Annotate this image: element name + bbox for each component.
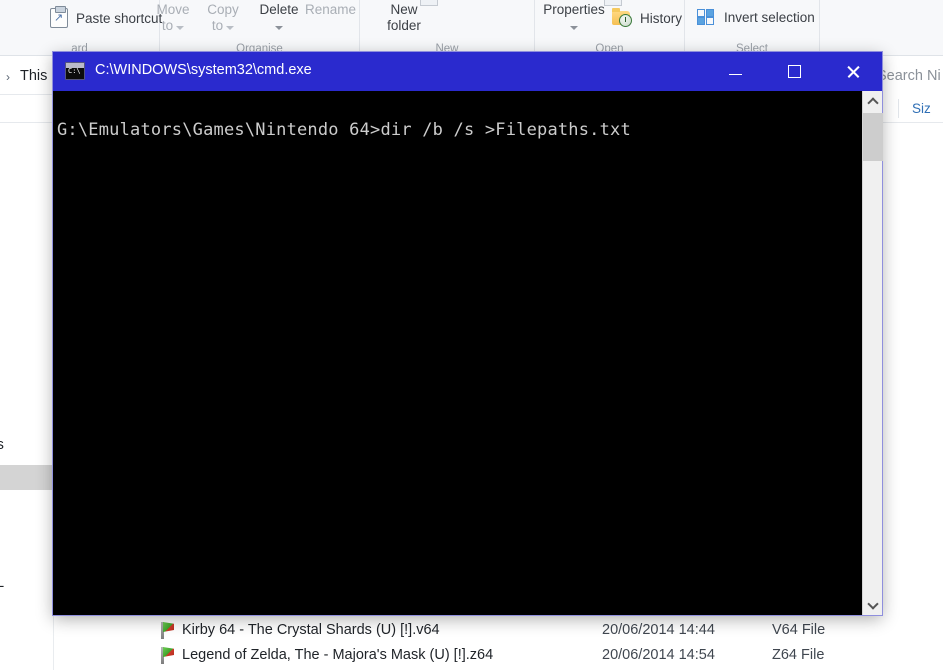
rom-file-icon xyxy=(158,647,174,664)
file-date-modified: 20/06/2014 14:44 xyxy=(602,622,715,638)
history-label: History xyxy=(640,10,683,26)
column-divider[interactable] xyxy=(898,99,899,118)
paste-shortcut-button[interactable]: Paste shortcut xyxy=(50,6,162,28)
move-to-label: Move xyxy=(156,2,190,17)
move-to-label2: to xyxy=(161,18,174,33)
cmd-window-title: C:\WINDOWS\system32\cmd.exe xyxy=(95,62,312,78)
invert-selection-icon xyxy=(697,9,717,26)
screen: ard Organise New Open Select te Paste sh… xyxy=(0,0,943,670)
column-header-size[interactable]: Siz xyxy=(912,101,931,116)
cmd-console-body[interactable]: G:\Emulators\Games\Nintendo 64>dir /b /s… xyxy=(53,91,882,615)
nav-item-selected[interactable] xyxy=(0,465,54,490)
file-date-modified: 20/06/2014 14:54 xyxy=(602,647,715,663)
table-row[interactable]: Kirby 64 - The Crystal Shards (U) [!].v6… xyxy=(54,618,943,643)
scroll-up-button[interactable] xyxy=(863,91,883,111)
move-to-chevron-down-icon xyxy=(176,26,185,30)
move-to-button[interactable]: Move to xyxy=(150,2,196,34)
history-button[interactable]: History xyxy=(612,8,683,27)
maximize-button[interactable] xyxy=(765,52,824,91)
explorer-ribbon: ard Organise New Open Select te Paste sh… xyxy=(0,0,943,56)
close-icon xyxy=(846,64,861,79)
delete-label: Delete xyxy=(259,2,299,17)
close-button[interactable] xyxy=(824,52,883,91)
nav-item-ssl[interactable]: @SSL xyxy=(0,571,54,596)
paste-shortcut-icon xyxy=(50,6,68,28)
chevron-up-icon xyxy=(867,96,879,109)
properties-chevron-down-icon xyxy=(570,26,578,30)
history-icon xyxy=(612,8,634,27)
copy-to-label2: to xyxy=(211,18,224,33)
scrollbar-thumb[interactable] xyxy=(863,113,883,161)
new-folder-label2: folder xyxy=(387,18,421,33)
minimize-icon xyxy=(729,73,742,76)
delete-chevron-down-icon xyxy=(275,26,283,30)
search-placeholder: Search Ni xyxy=(877,68,941,84)
rom-file-icon xyxy=(158,622,174,639)
maximize-icon xyxy=(788,65,801,78)
cmd-title-bar[interactable]: C:\WINDOWS\system32\cmd.exe xyxy=(53,52,882,91)
breadcrumb-chevron-right-icon[interactable]: › xyxy=(6,70,10,84)
nav-item-label: esigns xyxy=(0,437,4,453)
cmd-app-icon xyxy=(65,62,85,80)
copy-to-label: Copy xyxy=(207,2,239,17)
navigation-pane: esigns @SSL xyxy=(0,123,54,670)
delete-button[interactable]: Delete xyxy=(251,2,307,34)
search-input[interactable]: Search Ni xyxy=(877,56,943,95)
file-name: Legend of Zelda, The - Majora's Mask (U)… xyxy=(182,647,494,663)
cmd-console-text: G:\Emulators\Games\Nintendo 64>dir /b /s… xyxy=(57,120,631,140)
properties-label: Properties xyxy=(543,2,605,17)
cmd-window: C:\WINDOWS\system32\cmd.exe G:\Emulators… xyxy=(53,52,883,615)
invert-selection-button[interactable]: Invert selection xyxy=(697,9,815,26)
breadcrumb[interactable]: This xyxy=(20,68,47,84)
properties-button[interactable]: Properties xyxy=(535,2,613,34)
cmd-scrollbar[interactable] xyxy=(862,91,883,615)
minimize-button[interactable] xyxy=(706,52,765,91)
copy-to-button[interactable]: Copy to xyxy=(200,2,246,34)
file-type: Z64 File xyxy=(772,647,825,663)
nav-item-designs[interactable]: esigns xyxy=(0,433,54,458)
file-type: V64 File xyxy=(772,622,826,638)
table-row[interactable]: Legend of Zelda, The - Majora's Mask (U)… xyxy=(54,643,943,668)
invert-selection-label: Invert selection xyxy=(724,10,815,25)
nav-item-label: @SSL xyxy=(0,575,5,591)
copy-to-chevron-down-icon xyxy=(226,26,235,30)
file-name: Kirby 64 - The Crystal Shards (U) [!].v6… xyxy=(182,622,440,638)
chevron-down-icon xyxy=(867,597,879,610)
new-folder-button[interactable]: New folder xyxy=(374,2,434,34)
new-folder-label1: New xyxy=(390,2,418,17)
scroll-down-button[interactable] xyxy=(863,595,883,615)
rename-button[interactable]: Rename xyxy=(305,2,356,17)
rename-label: Rename xyxy=(305,2,357,17)
